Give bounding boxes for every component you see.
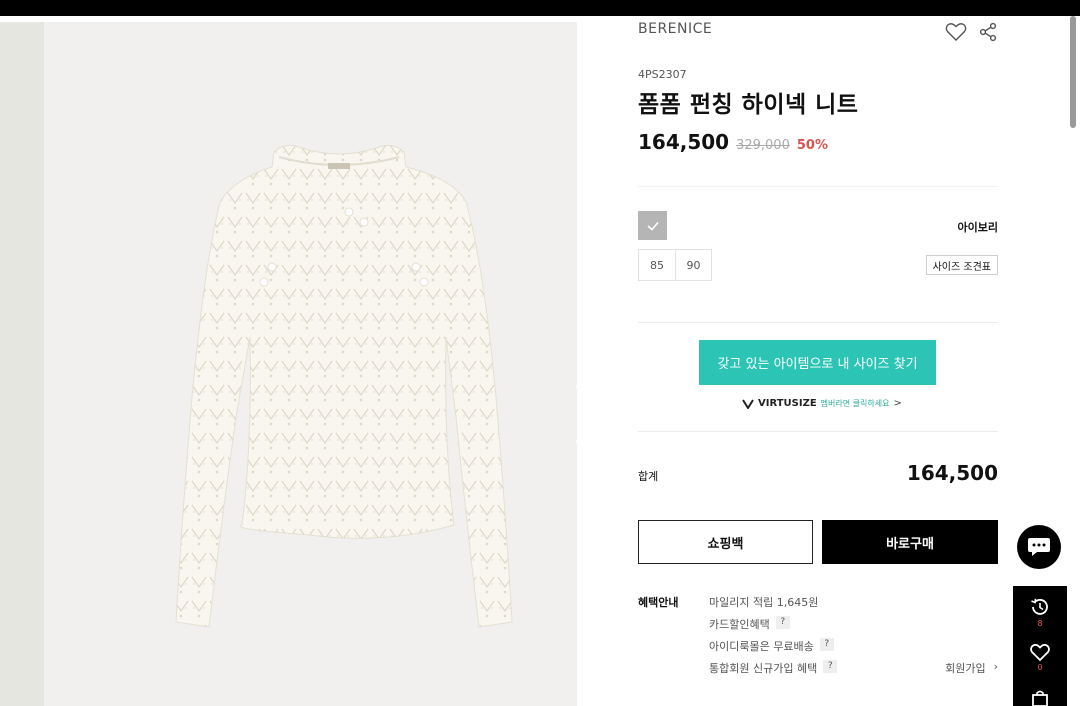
benefit-text: 마일리지 적립 1,645원 bbox=[709, 596, 819, 609]
help-icon[interactable]: ? bbox=[819, 638, 834, 651]
chevron-right-icon: › bbox=[993, 660, 998, 673]
benefits-list: 마일리지 적립 1,645원 카드할인혜택 ? 아이디룩몰은 무료배송 ? 통합… bbox=[709, 594, 838, 682]
benefit-text: 아이디룩몰은 무료배송 bbox=[709, 640, 814, 653]
benefit-item: 통합회원 신규가입 혜택 ? bbox=[709, 660, 838, 682]
quick-menu: 8 0 bbox=[1013, 586, 1067, 706]
chevron-right-icon bbox=[575, 385, 577, 443]
total-price: 164,500 bbox=[906, 461, 998, 485]
chevron-right-icon: > bbox=[893, 398, 902, 409]
find-my-size-button[interactable]: 갖고 있는 아이템으로 내 사이즈 찾기 bbox=[699, 340, 936, 385]
benefit-text: 통합회원 신규가입 혜택 bbox=[709, 662, 818, 675]
page-scrollbar[interactable] bbox=[1070, 16, 1076, 128]
total-label: 합계 bbox=[638, 470, 659, 483]
divider bbox=[638, 186, 998, 187]
benefit-text: 카드할인혜택 bbox=[709, 618, 770, 631]
virtusize-logo-icon bbox=[742, 398, 754, 409]
buy-now-button[interactable]: 바로구매 bbox=[822, 520, 998, 564]
size-option-90[interactable]: 90 bbox=[675, 250, 711, 280]
sweater-image bbox=[175, 144, 513, 628]
recent-count: 8 bbox=[1037, 619, 1043, 628]
price-row: 164,500 329,000 50% bbox=[638, 130, 828, 154]
color-swatch-ivory[interactable] bbox=[638, 211, 667, 240]
previous-image-peek[interactable] bbox=[0, 22, 44, 706]
wishlist-button[interactable] bbox=[944, 20, 968, 44]
size-option-85[interactable]: 85 bbox=[639, 250, 675, 280]
share-icon bbox=[979, 22, 997, 42]
help-icon[interactable]: ? bbox=[775, 616, 790, 629]
virtusize-link[interactable]: VIRTUSIZE 멤버라면 클릭하세요 > bbox=[742, 398, 902, 409]
quick-wishlist-button[interactable]: 0 bbox=[1013, 642, 1067, 672]
shopping-bag-icon bbox=[1032, 690, 1048, 706]
product-code: 4PS2307 bbox=[638, 68, 687, 81]
signup-label: 회원가입 bbox=[945, 662, 986, 675]
wishlist-count: 0 bbox=[1037, 663, 1043, 672]
add-to-cart-button[interactable]: 쇼핑백 bbox=[638, 520, 813, 564]
size-chart-button[interactable]: 사이즈 조견표 bbox=[925, 255, 998, 275]
divider bbox=[638, 431, 998, 432]
size-options: 85 90 bbox=[638, 249, 712, 281]
recent-items-button[interactable]: 8 bbox=[1013, 596, 1067, 628]
discount-rate: 50% bbox=[796, 138, 828, 153]
product-image bbox=[44, 22, 577, 706]
next-image-button[interactable] bbox=[572, 382, 577, 446]
checkmark-icon bbox=[646, 221, 659, 231]
original-price: 329,000 bbox=[736, 138, 790, 153]
chat-button[interactable] bbox=[1017, 525, 1061, 569]
help-icon[interactable]: ? bbox=[823, 660, 838, 673]
share-button[interactable] bbox=[978, 22, 998, 42]
sale-price: 164,500 bbox=[638, 130, 730, 154]
virtusize-note: 멤버라면 클릭하세요 bbox=[820, 399, 890, 408]
heart-icon bbox=[945, 23, 967, 41]
benefit-item: 마일리지 적립 1,645원 bbox=[709, 594, 837, 616]
divider bbox=[638, 322, 998, 323]
brand-name[interactable]: BERENICE bbox=[638, 21, 712, 37]
history-icon bbox=[1031, 598, 1048, 615]
product-title: 폼폼 펀칭 하이넥 니트 bbox=[638, 92, 859, 118]
virtusize-logo-text: VIRTUSIZE bbox=[758, 398, 817, 409]
heart-icon bbox=[1030, 643, 1050, 662]
benefit-item: 카드할인혜택 ? bbox=[709, 616, 837, 638]
chat-bubble-icon bbox=[1028, 538, 1050, 556]
product-gallery bbox=[0, 22, 577, 706]
selected-color-name: 아이보리 bbox=[957, 221, 998, 234]
signup-link[interactable]: 회원가입 › bbox=[945, 660, 998, 676]
quick-cart-button[interactable] bbox=[1013, 690, 1067, 706]
benefit-item: 아이디룩몰은 무료배송 ? bbox=[709, 638, 837, 660]
benefits-title: 혜택안내 bbox=[638, 596, 679, 609]
product-info-panel: BERENICE 4PS2307 폼폼 펀칭 하이넥 니트 164,500 32… bbox=[638, 0, 998, 706]
